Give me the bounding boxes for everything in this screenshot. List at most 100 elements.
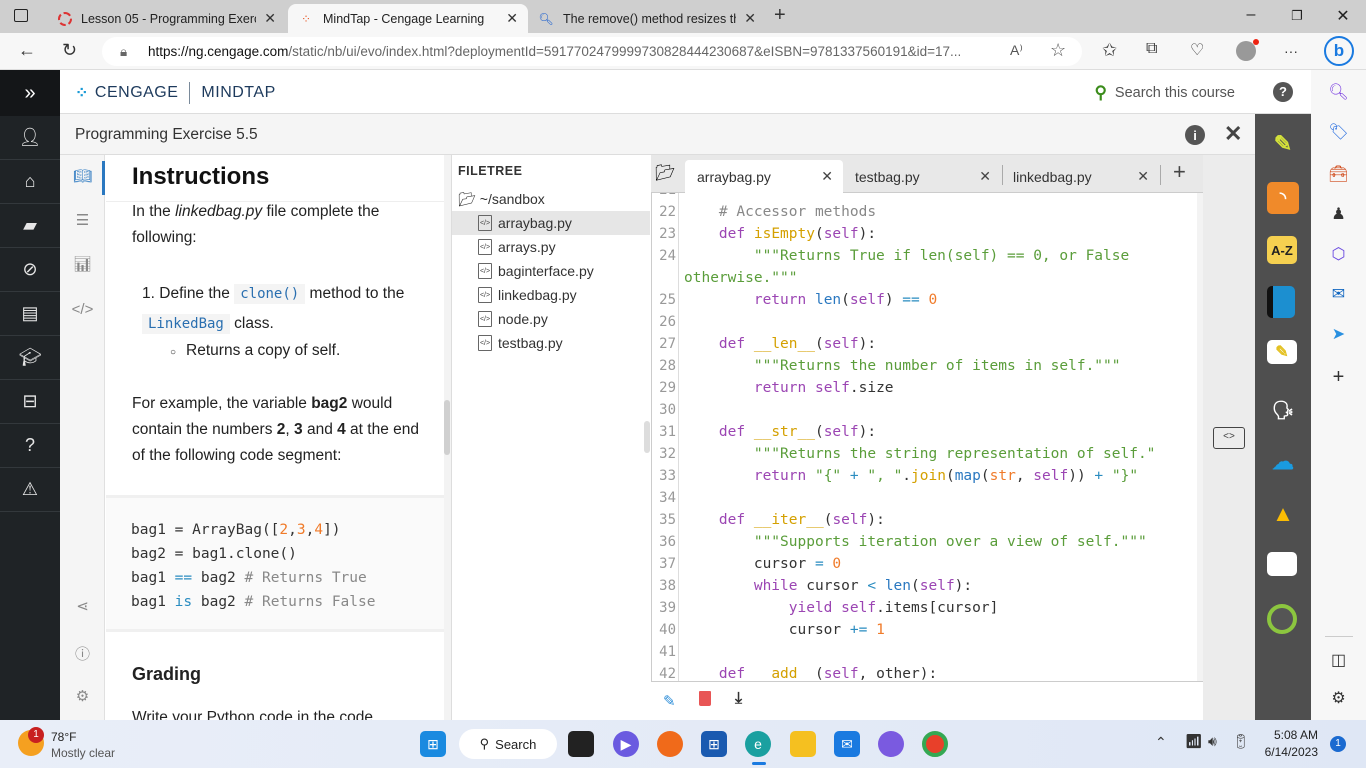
book-app-icon[interactable]: [1267, 286, 1295, 318]
games-icon[interactable]: ♟: [1311, 204, 1366, 224]
workspace-laptop-icon[interactable]: <>: [1213, 427, 1245, 449]
clock-date[interactable]: 6/14/2023: [1262, 745, 1318, 759]
editor-tab-arraybag[interactable]: arraybag.py ✕: [685, 160, 843, 193]
folder-sandbox[interactable]: 📂︎ ~/sandbox: [452, 187, 650, 211]
task-view-icon[interactable]: [568, 731, 594, 757]
file-arraybag[interactable]: </> arraybag.py: [452, 211, 650, 235]
shopping-icon[interactable]: 🏷︎: [1311, 122, 1366, 142]
search-sidebar-icon[interactable]: 🔍︎: [1311, 82, 1366, 102]
battery-icon[interactable]: 🔋︎: [1232, 733, 1250, 750]
microsoft365-icon[interactable]: ⬡: [1311, 244, 1366, 264]
resize-handle[interactable]: [444, 400, 450, 455]
more-icon[interactable]: ···: [1284, 43, 1298, 59]
favorites-icon[interactable]: ✩: [1102, 40, 1117, 61]
back-icon[interactable]: ←: [18, 40, 36, 61]
file-explorer-icon[interactable]: [790, 731, 816, 757]
favorite-star-icon[interactable]: ☆: [1050, 40, 1066, 61]
cengage-logo[interactable]: ⁘ CENGAGE MINDTAP: [75, 82, 276, 104]
close-activity-icon[interactable]: ✕: [1224, 121, 1242, 147]
chart-icon[interactable]: 📊︎: [60, 255, 105, 273]
editor-tab-linkedbag[interactable]: linkedbag.py ✕: [1001, 160, 1159, 193]
send-icon[interactable]: ➤: [1311, 324, 1366, 344]
browser-tab-lesson[interactable]: Lesson 05 - Programming Exercis ✕: [48, 4, 286, 33]
file-testbag[interactable]: </> testbag.py: [452, 331, 650, 355]
question-icon[interactable]: ⓘ: [60, 643, 105, 664]
toggle-filetree-icon[interactable]: 📂︎: [655, 163, 675, 183]
collections-icon[interactable]: ⧉: [1146, 40, 1157, 58]
window-close-button[interactable]: ✕: [1328, 6, 1358, 26]
code-editor[interactable]: 21 22 23 24 25 26 27 28 29 30 31 32 33 34 35 36 37 38 39 40…: [651, 193, 1197, 681]
show-hidden-icons[interactable]: ⌃: [1155, 734, 1167, 751]
ebook-icon[interactable]: ▰: [0, 204, 60, 248]
browser-essentials-icon[interactable]: ♡: [1190, 40, 1204, 60]
rss-app-icon[interactable]: ◝: [1267, 182, 1299, 214]
flashcards-app-icon[interactable]: [1267, 552, 1297, 576]
taskbar-search[interactable]: ⚲ Search: [459, 729, 557, 759]
browser-tab-mindtap[interactable]: ⁘ MindTap - Cengage Learning ✕: [288, 4, 528, 33]
tools-icon[interactable]: 🧰︎: [1311, 164, 1366, 184]
progress-app-icon[interactable]: [1267, 604, 1297, 634]
share-icon[interactable]: ⋖: [60, 597, 105, 615]
editor-tab-testbag[interactable]: testbag.py ✕: [843, 160, 1001, 193]
sidebar-settings-icon[interactable]: ⚙: [1311, 688, 1366, 708]
code-icon[interactable]: </>: [60, 301, 105, 318]
chrome-icon[interactable]: [922, 731, 948, 757]
clock-time[interactable]: 5:08 AM: [1262, 728, 1318, 742]
start-icon[interactable]: ⊞: [420, 731, 446, 757]
notes-app-icon[interactable]: ✎: [1267, 340, 1297, 364]
refresh-icon[interactable]: ↻: [62, 40, 77, 61]
reader-icon[interactable]: ▤: [0, 292, 60, 336]
close-icon[interactable]: ✕: [264, 10, 276, 27]
new-tab-button[interactable]: +: [774, 4, 786, 27]
file-node[interactable]: </> node.py: [452, 307, 650, 331]
notification-badge[interactable]: 1: [1330, 736, 1346, 752]
az-glossary-app-icon[interactable]: A-Z: [1267, 236, 1297, 264]
read-aloud-icon[interactable]: A⁾: [1010, 42, 1023, 59]
book-open-icon[interactable]: 📖︎: [60, 167, 105, 185]
graduation-cap-icon[interactable]: 🎓︎: [0, 336, 60, 380]
instructions-scrollbar[interactable]: [444, 155, 451, 720]
delete-icon[interactable]: [699, 691, 711, 706]
close-tab-icon[interactable]: ✕: [1137, 168, 1149, 185]
profile-avatar[interactable]: [1236, 39, 1259, 61]
browser-tab-search[interactable]: 🔍︎ The remove() method resizes the ✕: [528, 4, 766, 33]
highlighter-app-icon[interactable]: ✎: [1267, 128, 1299, 160]
edit-icon[interactable]: ✎: [663, 692, 676, 710]
tab-actions-icon[interactable]: [14, 9, 28, 22]
bing-chat-icon[interactable]: b: [1324, 36, 1354, 66]
add-sidebar-app-icon[interactable]: +: [1311, 366, 1366, 389]
outlook-icon[interactable]: ✉: [1311, 284, 1366, 304]
close-icon[interactable]: ✕: [506, 10, 518, 27]
info-icon[interactable]: i: [1185, 125, 1205, 145]
onedrive-app-icon[interactable]: ☁: [1267, 446, 1299, 478]
restore-button[interactable]: ❐: [1282, 8, 1312, 24]
add-tab-button[interactable]: +: [1173, 159, 1186, 185]
google-drive-app-icon[interactable]: ▲: [1267, 498, 1299, 530]
help-button[interactable]: ?: [1255, 70, 1311, 114]
volume-icon[interactable]: 🔊︎: [1208, 733, 1217, 750]
teams-icon[interactable]: ▶: [613, 731, 639, 757]
briefcase-icon[interactable]: ⊟: [0, 380, 60, 424]
download-icon[interactable]: ⤓: [735, 690, 742, 708]
home-icon[interactable]: ⌂: [0, 160, 60, 204]
close-tab-icon[interactable]: ✕: [979, 168, 991, 185]
edge-icon[interactable]: e: [745, 731, 771, 757]
minimize-button[interactable]: –: [1236, 6, 1266, 24]
mail-icon[interactable]: ✉: [834, 731, 860, 757]
wifi-icon[interactable]: 📶︎: [1185, 733, 1203, 750]
help-icon[interactable]: ?: [0, 424, 60, 468]
file-linkedbag[interactable]: </> linkedbag.py: [452, 283, 650, 307]
copilot-icon[interactable]: [878, 731, 904, 757]
settings-icon[interactable]: ⚙: [60, 687, 105, 705]
close-tab-icon[interactable]: ✕: [821, 168, 833, 185]
read-speaker-app-icon[interactable]: 🗣︎: [1267, 394, 1299, 426]
sidebar-panel-icon[interactable]: ◫: [1311, 650, 1366, 670]
search-course-button[interactable]: ⚲ Search this course: [1094, 83, 1235, 103]
file-baginterface[interactable]: </> baginterface.py: [452, 259, 650, 283]
checklist-icon[interactable]: ☰: [60, 211, 105, 229]
profile-icon[interactable]: 👤︎: [0, 116, 60, 160]
compass-icon[interactable]: ⊘: [0, 248, 60, 292]
expand-nav-icon[interactable]: »: [0, 70, 60, 116]
resize-handle[interactable]: [644, 421, 650, 453]
file-arrays[interactable]: </> arrays.py: [452, 235, 650, 259]
